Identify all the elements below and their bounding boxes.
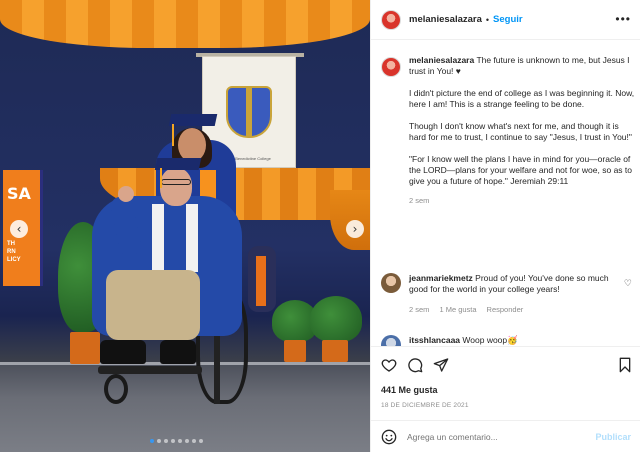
emoji-icon[interactable]: [381, 429, 397, 445]
commenter-username[interactable]: jeanmariekmetz: [409, 273, 473, 283]
comment-icon[interactable]: [407, 357, 423, 373]
plant-right-2: [310, 296, 362, 342]
caption-paragraph: I didn't picture the end of college as I…: [409, 88, 637, 109]
reply-button[interactable]: Responder: [487, 304, 524, 315]
commenter-username[interactable]: itsshlancaaa: [409, 335, 460, 345]
seated-graduate-glasses: [161, 179, 191, 185]
caption-paragraph: melaniesalazara The future is unknown to…: [409, 55, 636, 77]
caption-author-avatar[interactable]: [381, 57, 401, 77]
carousel-dot: [157, 439, 161, 443]
comment-body: itsshlancaaa Woop woop🥳: [409, 335, 617, 346]
seated-graduate-shoe-right: [160, 340, 196, 364]
stage-curtain-top: [0, 0, 370, 48]
side-sign-subtext: TH RN LICY: [7, 241, 21, 263]
carousel-dot: [199, 439, 203, 443]
seated-graduate-shoe-left: [100, 340, 146, 364]
author-username[interactable]: melaniesalazara: [409, 14, 482, 25]
comment-content: jeanmariekmetz Proud of you! You've done…: [409, 273, 617, 295]
comment-item: jeanmariekmetz Proud of you! You've done…: [381, 273, 636, 315]
comment-like-heart-icon[interactable]: ♡: [624, 279, 632, 289]
post-header: melaniesalazara • Seguir •••: [371, 0, 640, 40]
bookmark-icon[interactable]: [617, 357, 633, 373]
instagram-post-view: The Benedictine College SA TH RN LICY ‹ …: [0, 0, 640, 452]
next-slide-button[interactable]: ›: [346, 220, 364, 238]
comment-likes[interactable]: 1 Me gusta: [439, 304, 476, 315]
carousel-dot: [185, 439, 189, 443]
carousel-dot: [164, 439, 168, 443]
seated-graduate-tassel: [160, 168, 162, 188]
carousel-dot: [192, 439, 196, 443]
post-details-panel: melaniesalazara • Seguir ••• melaniesala…: [370, 0, 640, 452]
likes-count[interactable]: 441 Me gusta: [381, 385, 438, 395]
comments-scroll-area[interactable]: melaniesalazara The future is unknown to…: [371, 41, 640, 346]
carousel-dot: [150, 439, 154, 443]
post-date[interactable]: 18 DE DICIEMBRE DE 2021: [381, 402, 469, 409]
post-actions-bar: [371, 346, 640, 382]
commenter-avatar[interactable]: [381, 335, 401, 346]
more-options-icon[interactable]: •••: [615, 12, 631, 26]
caption-paragraph: "For I know well the plans I have in min…: [409, 154, 635, 186]
carousel-indicator: [150, 439, 203, 443]
share-icon[interactable]: [433, 357, 449, 373]
pot-right-2: [322, 340, 348, 362]
carousel-dot: [178, 439, 182, 443]
seated-graduate-fist: [118, 186, 134, 202]
follow-button[interactable]: Seguir: [493, 14, 523, 25]
post-caption: melaniesalazara The future is unknown to…: [381, 55, 636, 206]
commenter-avatar[interactable]: [381, 273, 401, 293]
seated-graduate-pants: [106, 270, 200, 340]
pot-left: [70, 332, 100, 364]
carousel-dot: [171, 439, 175, 443]
publish-comment-button[interactable]: Publicar: [595, 432, 631, 442]
caption-username[interactable]: melaniesalazara: [409, 55, 474, 65]
seated-graduate-stole-right: [186, 204, 198, 272]
comment-meta: 2 sem 1 Me gusta Responder: [409, 304, 617, 315]
caption-paragraph: Though I don't know what's next for me, …: [409, 121, 632, 142]
heart-icon[interactable]: [381, 357, 397, 373]
seated-graduate-stole-left: [152, 204, 164, 272]
comment-item: itsshlancaaa Woop woop🥳: [381, 335, 636, 346]
standing-graduate-cap: [168, 114, 218, 126]
comment-composer: Publicar: [371, 420, 640, 452]
crest-cross: [246, 88, 252, 136]
wheelchair-footrest: [98, 366, 202, 374]
side-sign-text: SA: [7, 184, 31, 203]
pot-right-1: [284, 340, 306, 362]
post-photo[interactable]: The Benedictine College SA TH RN LICY ‹ …: [0, 0, 370, 452]
comment-text: Woop woop🥳: [462, 335, 518, 345]
standing-graduate-face: [178, 128, 206, 162]
comment-input[interactable]: [407, 431, 596, 442]
previous-slide-button[interactable]: ‹: [10, 220, 28, 238]
seated-graduate-face: [160, 168, 192, 206]
caption-body: melaniesalazara The future is unknown to…: [409, 55, 636, 206]
author-avatar[interactable]: [381, 9, 401, 30]
background-graduate-stole: [256, 256, 266, 306]
comment-body: jeanmariekmetz Proud of you! You've done…: [409, 273, 617, 315]
comment-time[interactable]: 2 sem: [409, 304, 429, 315]
comment-content: itsshlancaaa Woop woop🥳: [409, 335, 617, 346]
standing-graduate-tassel: [172, 124, 174, 146]
header-separator: •: [485, 14, 490, 25]
caption-timestamp[interactable]: 2 sem: [409, 195, 636, 206]
wheelchair-caster: [104, 374, 128, 404]
